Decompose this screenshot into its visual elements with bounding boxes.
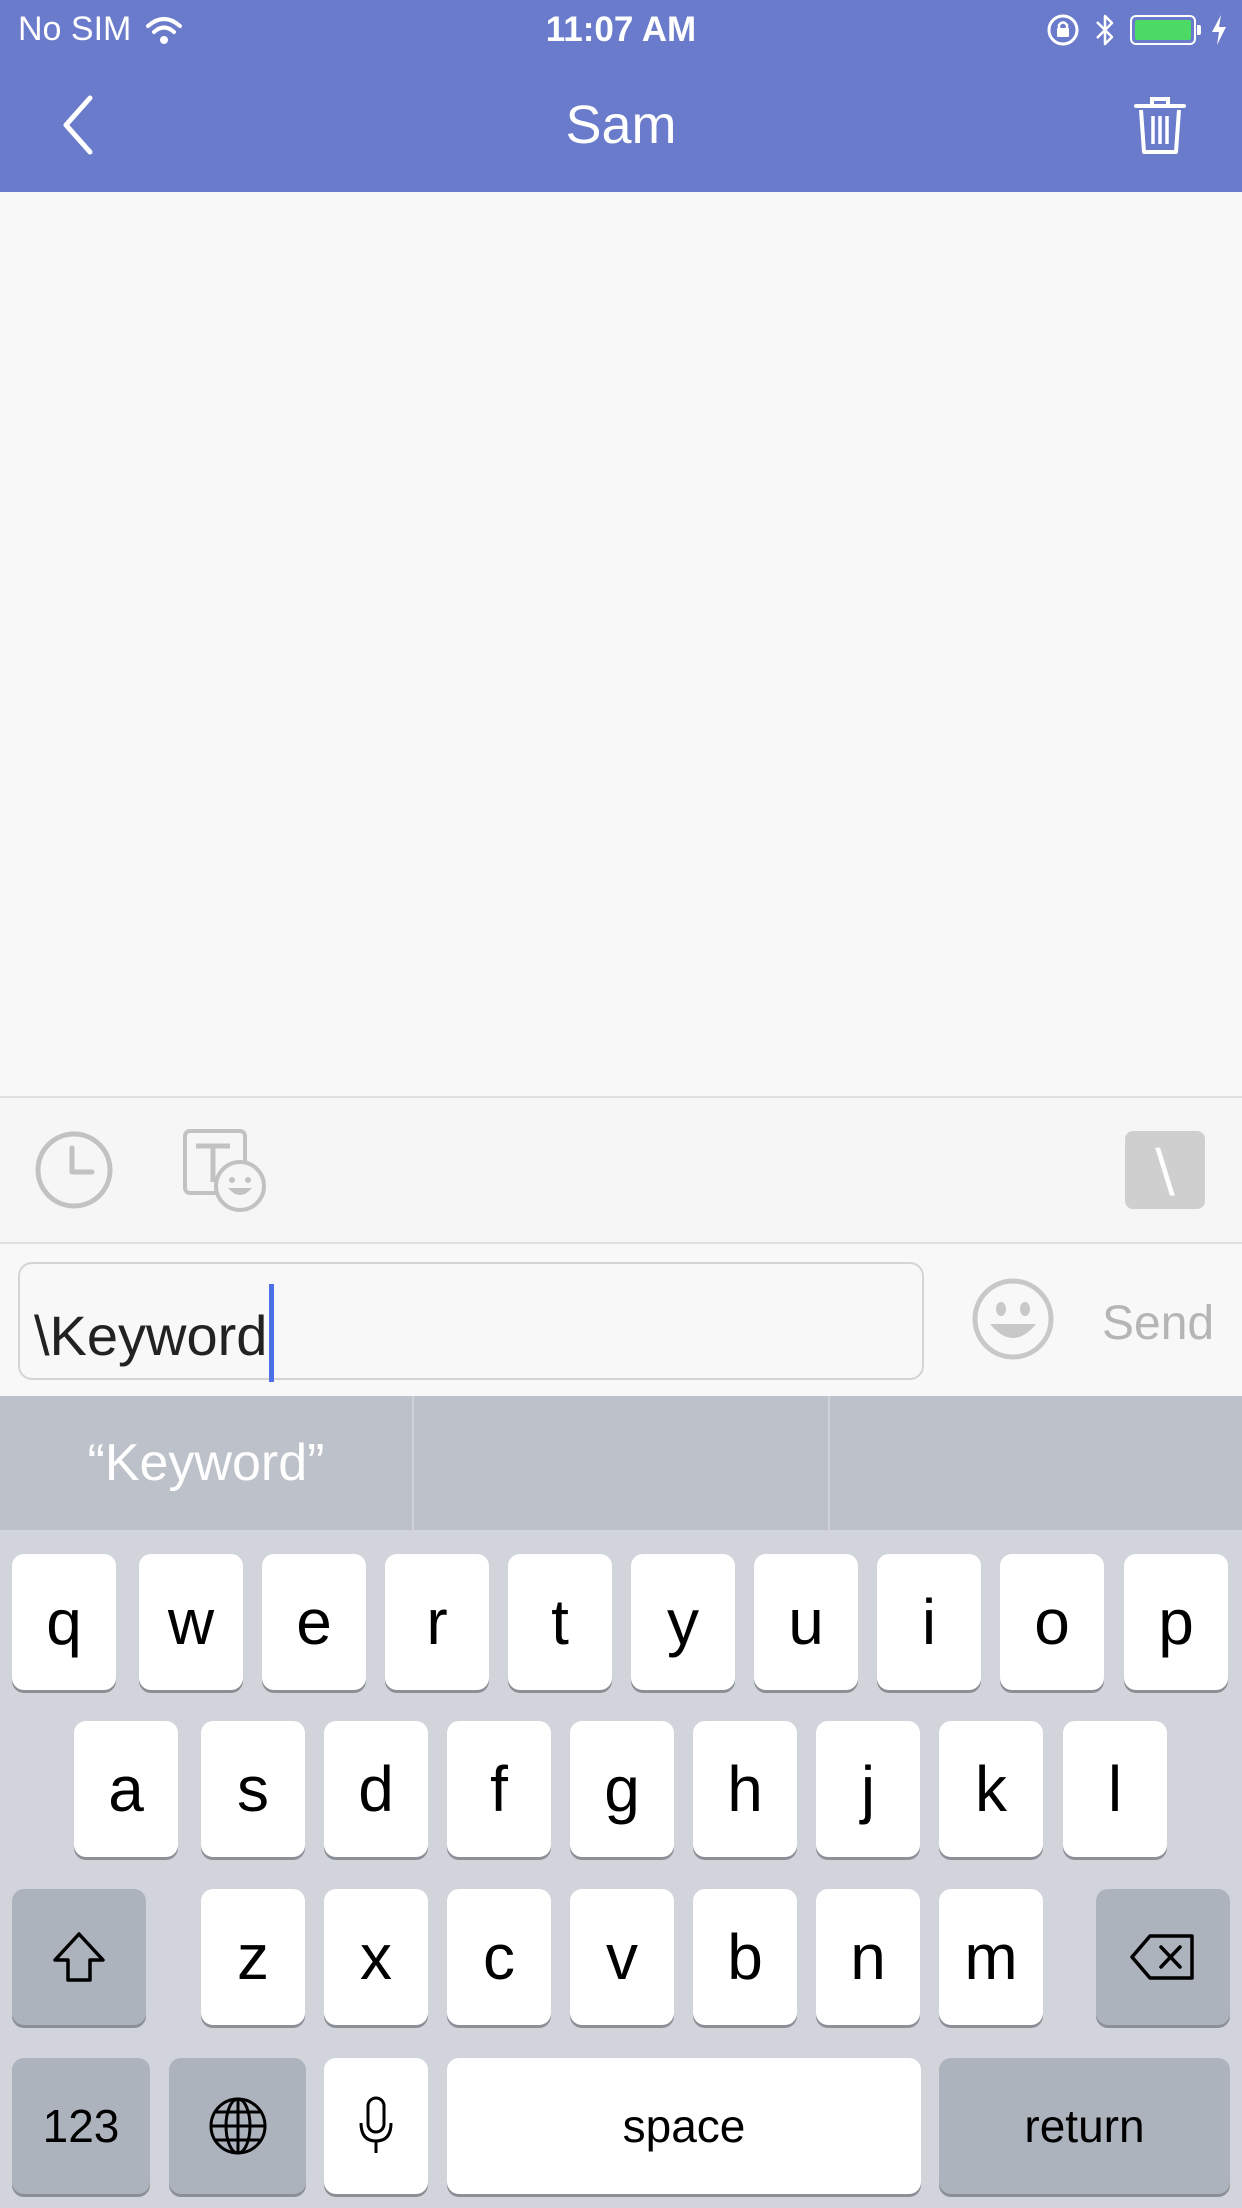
key-c[interactable]: c: [447, 1889, 551, 2025]
suggestion-1[interactable]: “Keyword”: [0, 1396, 412, 1530]
status-right: [1046, 12, 1228, 48]
key-s[interactable]: s: [201, 1721, 305, 1857]
key-f[interactable]: f: [447, 1721, 551, 1857]
numbers-key[interactable]: 123: [12, 2058, 150, 2194]
key-j[interactable]: j: [816, 1721, 920, 1857]
key-k[interactable]: k: [939, 1721, 1043, 1857]
text-emoji-icon[interactable]: [182, 1128, 268, 1214]
key-d[interactable]: d: [324, 1721, 428, 1857]
key-q[interactable]: q: [12, 1554, 116, 1690]
key-h[interactable]: h: [693, 1721, 797, 1857]
key-x[interactable]: x: [324, 1889, 428, 2025]
message-list[interactable]: [0, 192, 1242, 1096]
clock-icon[interactable]: [34, 1130, 114, 1210]
key-m[interactable]: m: [939, 1889, 1043, 2025]
key-r[interactable]: r: [385, 1554, 489, 1690]
backspace-icon: [1130, 1934, 1194, 1980]
message-input-text: \Keyword: [34, 1303, 268, 1367]
charging-icon: [1212, 15, 1226, 45]
suggestion-2[interactable]: [414, 1396, 828, 1530]
compose-toolbar: \: [0, 1096, 1242, 1244]
delete-key[interactable]: [1096, 1889, 1230, 2025]
send-button[interactable]: Send: [1102, 1296, 1214, 1351]
key-l[interactable]: l: [1063, 1721, 1167, 1857]
message-input[interactable]: \Keyword: [18, 1262, 924, 1382]
trash-icon[interactable]: [1132, 94, 1188, 156]
nav-bar: Sam: [0, 62, 1242, 192]
microphone-icon: [359, 2096, 393, 2153]
return-key[interactable]: return: [939, 2058, 1230, 2194]
key-b[interactable]: b: [693, 1889, 797, 2025]
key-z[interactable]: z: [201, 1889, 305, 2025]
globe-key[interactable]: [169, 2058, 306, 2194]
key-i[interactable]: i: [877, 1554, 981, 1690]
key-p[interactable]: p: [1124, 1554, 1228, 1690]
key-w[interactable]: w: [139, 1554, 243, 1690]
emoji-icon[interactable]: [970, 1276, 1056, 1362]
key-u[interactable]: u: [754, 1554, 858, 1690]
key-e[interactable]: e: [262, 1554, 366, 1690]
shift-key[interactable]: [12, 1889, 146, 2025]
key-t[interactable]: t: [508, 1554, 612, 1690]
key-g[interactable]: g: [570, 1721, 674, 1857]
keyboard: q w e r t y u i o p a s d f g h j k l z …: [0, 1530, 1242, 2208]
suggestion-3[interactable]: [830, 1396, 1242, 1530]
key-a[interactable]: a: [74, 1721, 178, 1857]
status-bar: No SIM 11:07 AM: [0, 0, 1242, 62]
key-v[interactable]: v: [570, 1889, 674, 2025]
slash-command-button[interactable]: \: [1125, 1131, 1205, 1209]
predictive-bar: “Keyword”: [0, 1396, 1242, 1530]
space-key[interactable]: space: [447, 2058, 921, 2194]
key-n[interactable]: n: [816, 1889, 920, 2025]
key-y[interactable]: y: [631, 1554, 735, 1690]
text-caret: [269, 1284, 275, 1382]
app-header: No SIM 11:07 AM Sam: [0, 0, 1242, 192]
key-o[interactable]: o: [1000, 1554, 1104, 1690]
page-title: Sam: [565, 95, 677, 155]
bluetooth-icon: [1096, 14, 1114, 46]
orientation-lock-icon: [1047, 14, 1079, 46]
dictation-key[interactable]: [324, 2058, 428, 2194]
battery-icon: [1130, 15, 1201, 45]
shift-icon: [53, 1932, 105, 1982]
message-composer: \Keyword Send: [0, 1244, 1242, 1396]
globe-icon: [209, 2097, 266, 2155]
